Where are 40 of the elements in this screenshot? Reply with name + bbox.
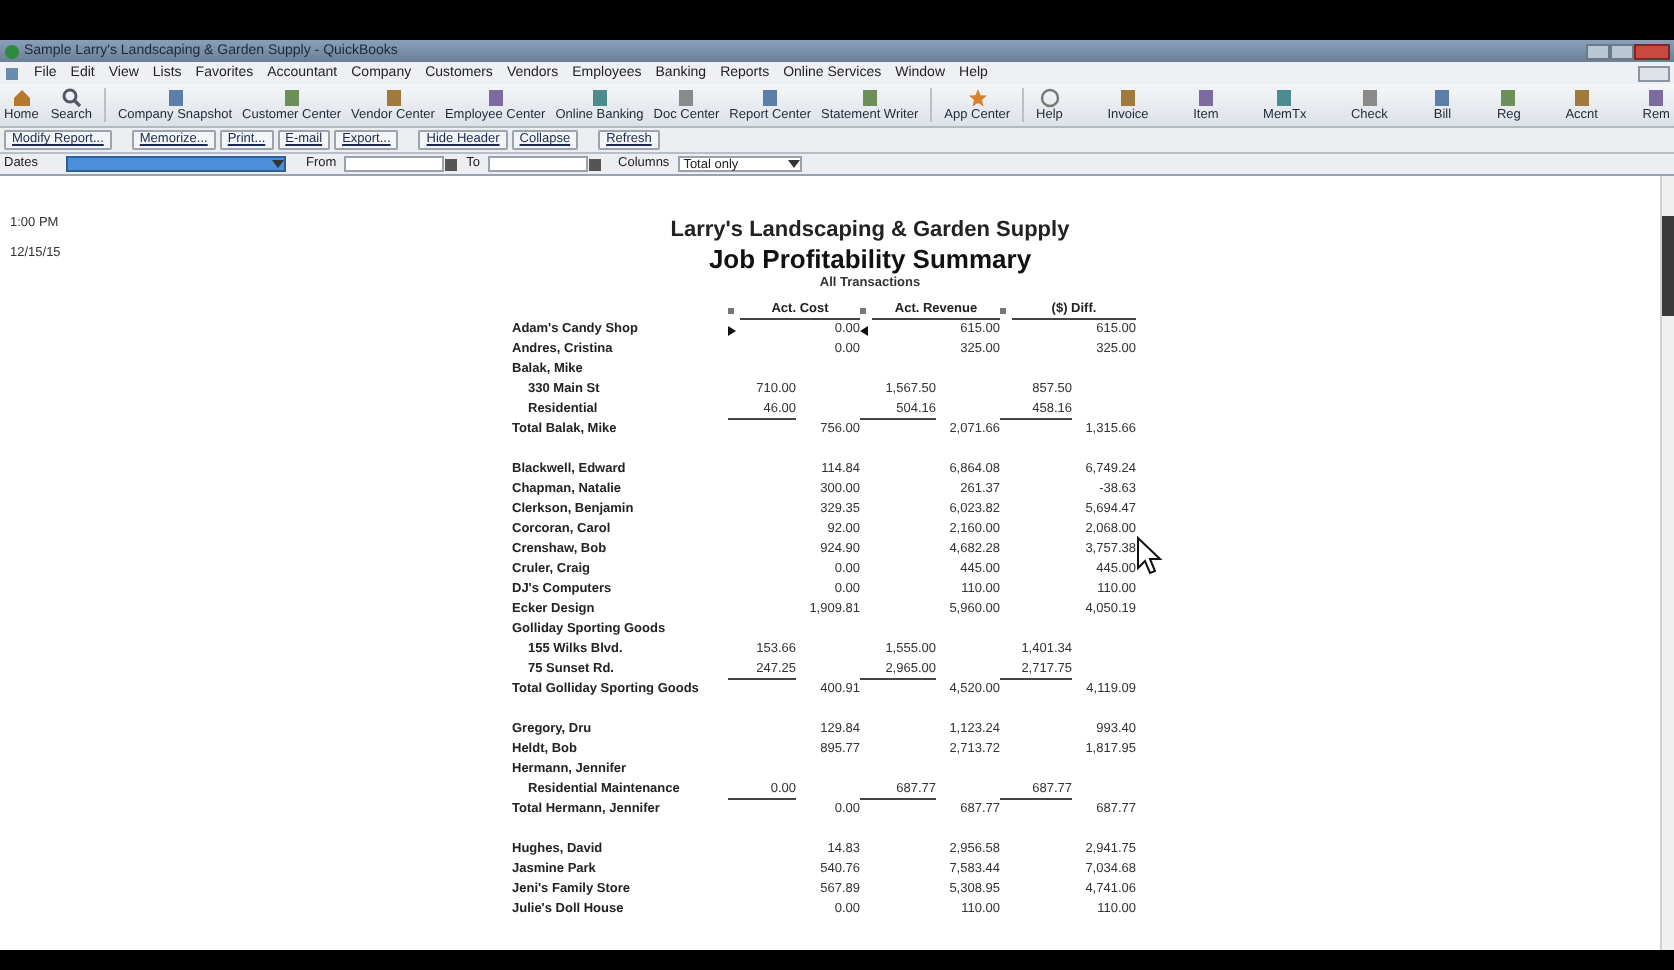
report-title: Job Profitability Summary bbox=[708, 244, 1032, 276]
app-logo-icon bbox=[4, 43, 20, 59]
star-icon bbox=[967, 87, 988, 107]
document-icon bbox=[4, 65, 20, 81]
document-icon bbox=[1359, 87, 1380, 107]
document-icon bbox=[1571, 87, 1592, 107]
document-icon bbox=[1646, 87, 1667, 107]
document-icon bbox=[165, 87, 185, 107]
column-marker-icon bbox=[1000, 307, 1006, 313]
mouse-cursor-icon bbox=[1136, 536, 1164, 576]
search-icon bbox=[61, 87, 82, 107]
to-date-field[interactable] bbox=[488, 156, 589, 172]
calendar-icon bbox=[444, 157, 459, 171]
document-icon bbox=[1195, 87, 1216, 107]
document-icon bbox=[676, 87, 697, 107]
company-name: Larry's Landscaping & Garden Supply bbox=[670, 218, 1070, 244]
caret-icon bbox=[271, 160, 284, 168]
scrollbar[interactable] bbox=[1660, 176, 1674, 950]
document-icon bbox=[383, 87, 403, 107]
minimize-button[interactable] bbox=[1586, 43, 1610, 59]
document-icon bbox=[1498, 87, 1519, 107]
column-marker-icon bbox=[728, 307, 734, 313]
window-controls[interactable] bbox=[1638, 65, 1670, 81]
from-date-field[interactable] bbox=[344, 156, 445, 172]
document-icon bbox=[485, 87, 506, 107]
document-icon bbox=[1274, 87, 1295, 107]
close-button[interactable] bbox=[1634, 43, 1670, 59]
document-icon bbox=[760, 87, 781, 107]
document-icon bbox=[281, 87, 302, 107]
calendar-icon bbox=[588, 157, 603, 171]
date-range-dropdown[interactable] bbox=[65, 156, 286, 172]
column-marker-icon bbox=[860, 307, 866, 313]
maximize-button[interactable] bbox=[1610, 43, 1634, 59]
document-icon bbox=[859, 87, 880, 107]
document-icon bbox=[1118, 87, 1138, 107]
document-icon bbox=[1432, 87, 1453, 107]
help-icon bbox=[1039, 87, 1060, 107]
caret-icon bbox=[787, 160, 800, 168]
scrollbar-thumb[interactable] bbox=[1662, 216, 1674, 316]
document-icon bbox=[589, 87, 610, 107]
